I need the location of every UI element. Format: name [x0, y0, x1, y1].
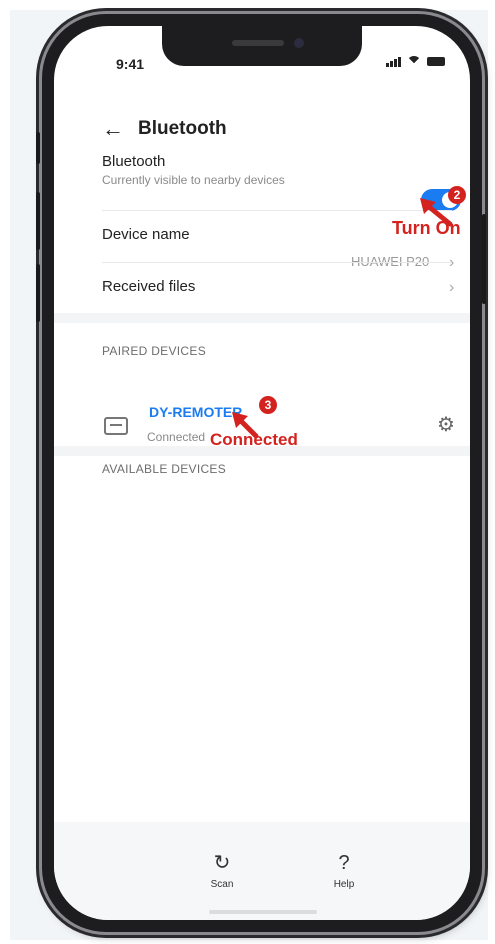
- page-header: ← Bluetooth: [102, 118, 227, 140]
- annotation-turn-on: Turn On: [392, 218, 461, 238]
- help-label: Help: [333, 879, 355, 890]
- scan-button[interactable]: ↻ Scan: [192, 853, 252, 890]
- received-files-row[interactable]: Received files: [102, 278, 452, 295]
- received-files-label: Received files: [102, 278, 196, 295]
- phone-screen: 9:41 ← Bluetooth Bluetooth Currently vis…: [54, 26, 470, 920]
- bottom-action-bar: [54, 822, 470, 920]
- step-badge-2: 2: [448, 186, 466, 204]
- help-button[interactable]: ? Help: [314, 853, 374, 890]
- bluetooth-label: Bluetooth: [102, 153, 166, 170]
- volume-up-button: [36, 192, 40, 250]
- mute-switch: [36, 132, 40, 164]
- back-arrow-icon[interactable]: ←: [102, 118, 124, 140]
- available-devices-heading: AVAILABLE DEVICES: [102, 462, 227, 476]
- divider: [102, 210, 452, 211]
- notch: [162, 26, 362, 66]
- chevron-right-icon: ›: [449, 279, 455, 296]
- refresh-icon: ↻: [213, 852, 231, 874]
- signal-icon: [386, 56, 401, 67]
- battery-icon: [427, 57, 445, 66]
- bluetooth-sublabel: Currently visible to nearby devices: [102, 173, 285, 187]
- help-icon: ?: [338, 852, 350, 874]
- chevron-right-icon: ›: [449, 254, 454, 272]
- paired-devices-heading: PAIRED DEVICES: [102, 344, 207, 358]
- page-title: Bluetooth: [138, 118, 227, 139]
- keyboard-icon: [104, 417, 128, 435]
- section-separator: [54, 313, 470, 323]
- scan-label: Scan: [210, 879, 234, 890]
- gear-icon[interactable]: ⚙: [437, 415, 455, 435]
- speaker-grille: [232, 40, 284, 46]
- status-time: 9:41: [116, 56, 145, 72]
- status-icons: [386, 56, 445, 70]
- volume-down-button: [36, 264, 40, 322]
- wifi-icon: [407, 56, 421, 70]
- paired-device-status: Connected: [147, 430, 206, 444]
- step-badge-3: 3: [259, 396, 277, 414]
- divider: [102, 262, 452, 263]
- front-camera: [294, 38, 304, 48]
- bluetooth-setting-row[interactable]: Bluetooth Currently visible to nearby de…: [102, 153, 452, 187]
- annotation-connected: Connected: [210, 430, 298, 449]
- power-button: [482, 214, 486, 304]
- home-indicator: [209, 910, 317, 914]
